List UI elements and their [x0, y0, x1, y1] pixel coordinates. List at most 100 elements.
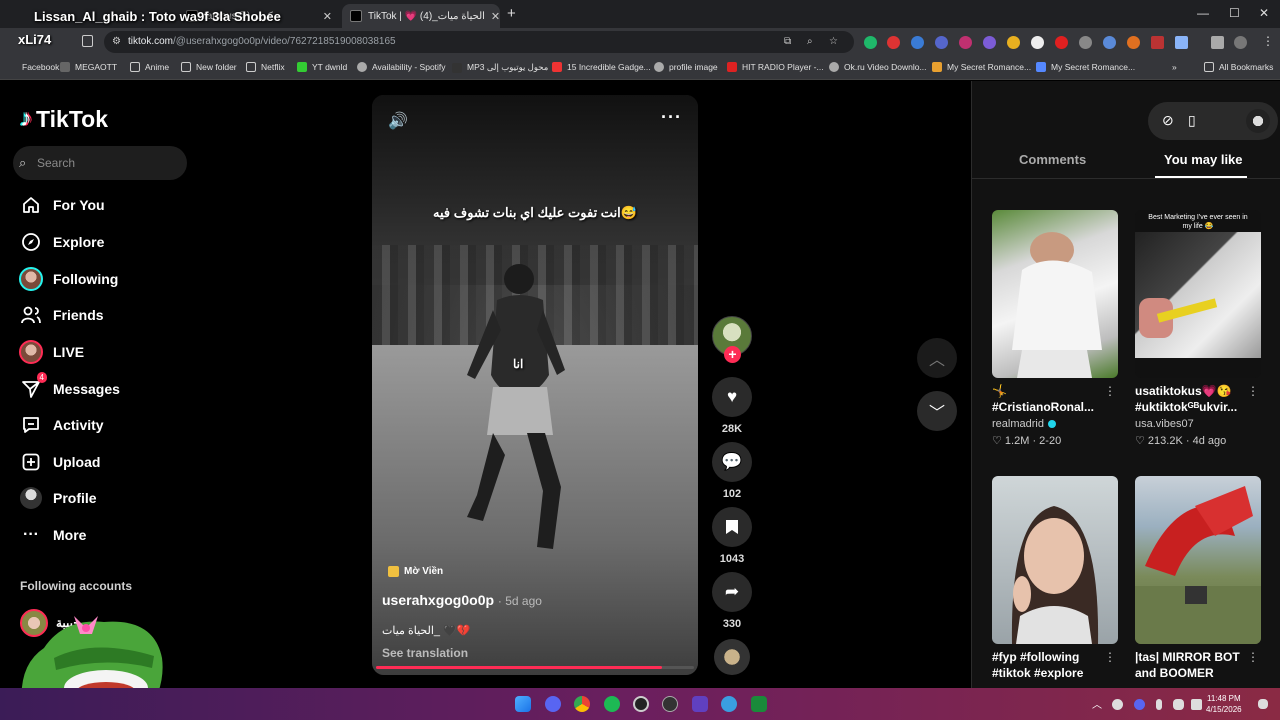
- notification-icon[interactable]: [1258, 699, 1268, 709]
- sidebar-item-more[interactable]: ··· More: [18, 522, 86, 548]
- share-action[interactable]: ➦ 330: [712, 572, 752, 630]
- save-action[interactable]: 1043: [712, 507, 752, 565]
- chrome-icon[interactable]: [574, 696, 590, 712]
- previous-video-button[interactable]: ︿: [917, 338, 957, 378]
- tab-comments[interactable]: Comments: [1019, 152, 1086, 167]
- extension-icon[interactable]: [1151, 36, 1164, 49]
- next-video-button[interactable]: ﹀: [917, 391, 957, 431]
- close-tab-icon[interactable]: ✕: [317, 10, 332, 23]
- sidebar-item-upload[interactable]: Upload: [18, 449, 100, 475]
- video-card[interactable]: |tas| MIRROR BOT ⋮ and BOOMER: [1135, 476, 1261, 681]
- app-icon[interactable]: [662, 696, 678, 712]
- video-thumbnail[interactable]: [992, 210, 1118, 378]
- sidebar-item-live[interactable]: LIVE: [18, 339, 84, 365]
- tray-icon[interactable]: [1112, 699, 1123, 710]
- app-icon[interactable]: [721, 696, 737, 712]
- avatar[interactable]: [1246, 109, 1270, 133]
- video-thumbnail[interactable]: [992, 476, 1118, 644]
- bookmark-folder[interactable]: Netflix: [246, 62, 285, 72]
- sidebar-item-for-you[interactable]: For You: [18, 192, 105, 218]
- browser-tab-active[interactable]: TikTok | 💗 الحياة ميات_(4) ✕: [342, 4, 500, 28]
- all-bookmarks[interactable]: All Bookmarks: [1204, 62, 1273, 72]
- bookmark-item[interactable]: Facebook: [22, 62, 59, 72]
- extension-icon[interactable]: [1031, 36, 1044, 49]
- close-window-icon[interactable]: ✕: [1259, 6, 1269, 20]
- chevron-up-icon[interactable]: ︿: [1092, 696, 1102, 711]
- app-icon[interactable]: [692, 696, 708, 712]
- sidebar-item-profile[interactable]: Profile: [18, 485, 97, 511]
- extensions-puzzle-icon[interactable]: [1175, 36, 1188, 49]
- browser-menu-icon[interactable]: ⋮: [1262, 34, 1274, 48]
- cast-icon[interactable]: ⧉: [784, 31, 791, 53]
- site-info-icon[interactable]: ⚙: [112, 31, 121, 53]
- see-translation-link[interactable]: See translation: [382, 646, 468, 660]
- comment-action[interactable]: 💬 102: [712, 442, 752, 500]
- follow-plus-icon[interactable]: +: [724, 346, 741, 363]
- bookmark-folder[interactable]: New folder: [181, 62, 237, 72]
- bookmark-item[interactable]: profile image: [654, 62, 718, 72]
- bookmark-item[interactable]: My Secret Romance...: [1036, 62, 1135, 72]
- tab-you-may-like[interactable]: You may like: [1164, 152, 1243, 167]
- extension-icon[interactable]: [1055, 36, 1068, 49]
- bookmark-item[interactable]: MEGAOTT: [60, 62, 117, 72]
- device-icon[interactable]: ▯: [1188, 112, 1196, 129]
- extension-icon[interactable]: [1079, 36, 1092, 49]
- bookmark-star-icon[interactable]: ☆: [829, 31, 838, 53]
- video-progress-bar[interactable]: [376, 666, 694, 669]
- sidebar-item-messages[interactable]: 4 Messages: [18, 372, 120, 402]
- card-author[interactable]: realmadrid: [992, 418, 1118, 430]
- extension-icon[interactable]: [1103, 36, 1116, 49]
- network-icon[interactable]: [1173, 699, 1184, 710]
- speaker-icon[interactable]: [1191, 699, 1202, 710]
- tray-icon[interactable]: [1134, 699, 1145, 710]
- bookmark-item[interactable]: Availability - Spotify: [357, 62, 446, 72]
- bookmark-icon[interactable]: [712, 507, 752, 547]
- windows-start-icon[interactable]: [515, 696, 531, 712]
- extension-icon[interactable]: [1127, 36, 1140, 49]
- extension-icon[interactable]: [887, 36, 900, 49]
- sidebar-item-explore[interactable]: Explore: [18, 229, 104, 255]
- minimize-icon[interactable]: —: [1197, 6, 1209, 20]
- bookmark-item[interactable]: YT dwnld: [297, 62, 347, 72]
- more-options-icon[interactable]: ⋮: [1247, 650, 1259, 664]
- compass-icon[interactable]: ⊘: [1162, 112, 1174, 129]
- sidebar-item-activity[interactable]: Activity: [18, 412, 104, 438]
- like-action[interactable]: ♥ 28K: [712, 377, 752, 435]
- video-card[interactable]: 🤸 ⋮ #CristianoRonal... realmadrid ♡ 1.2M…: [992, 210, 1118, 447]
- heart-icon[interactable]: ♥: [712, 377, 752, 417]
- share-icon[interactable]: ➦: [712, 572, 752, 612]
- new-tab-button[interactable]: +: [507, 5, 516, 22]
- music-disc-icon[interactable]: [714, 639, 750, 675]
- close-tab-icon[interactable]: ✕: [485, 10, 500, 23]
- music-tag[interactable]: Mờ Viền: [388, 566, 443, 577]
- taskbar-clock[interactable]: 11:48 PM 4/15/2026: [1206, 693, 1242, 715]
- video-player[interactable]: انت تفوت عليك اي بنات تشوف فيه😅 انا 🔊 ··…: [372, 95, 698, 675]
- more-options-icon[interactable]: ⋮: [1247, 384, 1259, 398]
- extension-icon[interactable]: [935, 36, 948, 49]
- bookmark-folder[interactable]: Anime: [130, 62, 169, 72]
- chevron-right-icon[interactable]: »: [1172, 62, 1177, 72]
- card-author[interactable]: usa.vibes07: [1135, 418, 1261, 430]
- url-field[interactable]: ⚙ tiktok.com/@userahxgog0o0p/video/76272…: [104, 31, 854, 53]
- extension-icon[interactable]: [1007, 36, 1020, 49]
- extension-icon[interactable]: [983, 36, 996, 49]
- more-options-icon[interactable]: ⋮: [1104, 384, 1116, 398]
- comment-icon[interactable]: 💬: [712, 442, 752, 482]
- video-thumbnail[interactable]: Best Marketing I've ever seen in my life…: [1135, 210, 1261, 378]
- bookmark-item[interactable]: 15 Incredible Gadge...: [552, 62, 651, 72]
- video-author[interactable]: userahxgog0o0p · 5d ago: [382, 592, 542, 608]
- video-card[interactable]: #fyp #following ⋮ #tiktok #explore: [992, 476, 1118, 681]
- bookmark-item[interactable]: HIT RADIO Player -...: [727, 62, 824, 72]
- zoom-icon[interactable]: ⌕: [807, 31, 813, 53]
- video-thumbnail[interactable]: [1135, 476, 1261, 644]
- search-input[interactable]: ⌕ Search: [13, 146, 187, 180]
- bookmark-item[interactable]: Ok.ru Video Downlo...: [829, 62, 927, 72]
- extension-icon[interactable]: [959, 36, 972, 49]
- maximize-icon[interactable]: ☐: [1229, 6, 1240, 20]
- profile-avatar[interactable]: [1234, 36, 1247, 49]
- extension-icon[interactable]: [864, 36, 877, 49]
- spotify-icon[interactable]: [604, 696, 620, 712]
- more-options-icon[interactable]: ⋮: [1104, 650, 1116, 664]
- obs-icon[interactable]: [633, 696, 649, 712]
- discord-icon[interactable]: [545, 696, 561, 712]
